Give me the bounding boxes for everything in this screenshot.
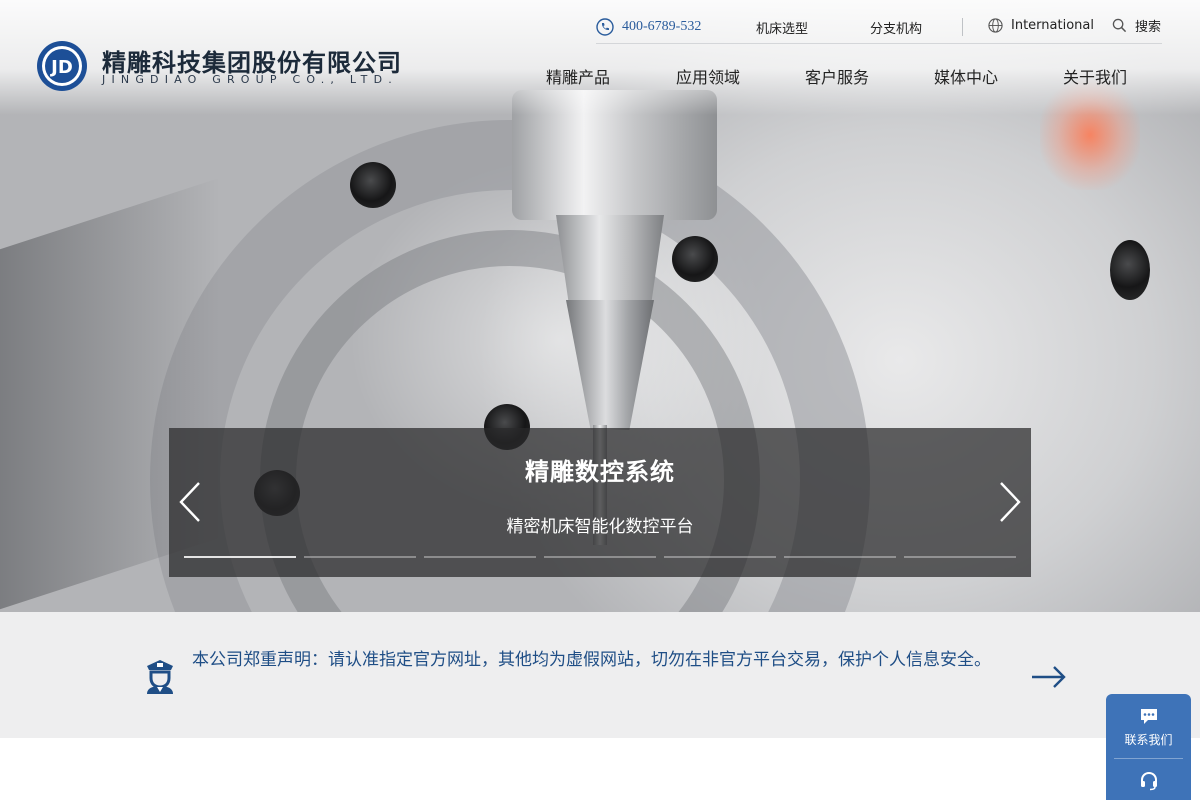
- hero-image-bolt: [350, 162, 396, 208]
- phone-icon: [596, 18, 614, 36]
- slide-subtitle: 精密机床智能化数控平台: [506, 517, 694, 537]
- machine-selection-link[interactable]: 机床选型: [756, 18, 808, 37]
- utility-divider: [962, 18, 963, 36]
- notice-bar: 本公司郑重声明：请认准指定官方网址，其他均为虚假网站，切勿在非官方平台交易，保护…: [0, 612, 1200, 738]
- search-button[interactable]: 搜索: [1112, 16, 1161, 35]
- globe-icon: [988, 18, 1003, 33]
- slide-indicator[interactable]: [784, 556, 896, 558]
- chat-icon: [1141, 709, 1157, 724]
- slide-indicator[interactable]: [664, 556, 776, 558]
- arrow-right-icon[interactable]: [1030, 664, 1068, 690]
- phone-number: 400-6789-532: [622, 19, 702, 34]
- slide-indicator[interactable]: [184, 556, 296, 558]
- search-label: 搜索: [1135, 20, 1162, 35]
- international-label: International: [1011, 18, 1094, 33]
- main-nav: 精雕产品 应用领域 客户服务 媒体中心 关于我们: [0, 64, 1200, 90]
- branches-link[interactable]: 分支机构: [870, 18, 922, 37]
- slide-indicator[interactable]: [904, 556, 1016, 558]
- hero-image-bolt: [1110, 240, 1150, 300]
- security-guard-icon: [147, 660, 173, 694]
- nav-item-service[interactable]: 客户服务: [805, 64, 869, 88]
- nav-item-about[interactable]: 关于我们: [1063, 64, 1127, 88]
- slide-title: 精雕数控系统: [525, 458, 675, 486]
- search-icon: [1112, 18, 1127, 33]
- international-link[interactable]: International: [988, 18, 1094, 33]
- phone-link[interactable]: 400-6789-532: [596, 18, 701, 36]
- slide-indicator[interactable]: [424, 556, 536, 558]
- chevron-right-icon[interactable]: [995, 480, 1025, 524]
- slide-indicators: [184, 556, 1016, 560]
- chevron-left-icon[interactable]: [175, 480, 205, 524]
- nav-item-media[interactable]: 媒体中心: [934, 64, 998, 88]
- hero-image-collet: [556, 215, 664, 305]
- headset-icon: [1141, 771, 1157, 791]
- contact-us-label: 联系我们: [1124, 733, 1173, 747]
- slide-indicator[interactable]: [544, 556, 656, 558]
- nav-item-products[interactable]: 精雕产品: [546, 64, 610, 88]
- slide-indicator[interactable]: [304, 556, 416, 558]
- notice-text: 本公司郑重声明：请认准指定官方网址，其他均为虚假网站，切勿在非官方平台交易，保护…: [192, 650, 991, 670]
- utility-bar: 400-6789-532 机床选型 分支机构 International 搜索: [596, 14, 1162, 44]
- hotline-button[interactable]: [1106, 759, 1191, 800]
- hero-image-bolt: [672, 236, 718, 282]
- contact-us-button[interactable]: 联系我们: [1106, 694, 1191, 758]
- nav-item-applications[interactable]: 应用领域: [676, 64, 740, 88]
- slide-caption: 精雕数控系统 精密机床智能化数控平台: [169, 428, 1031, 577]
- floating-contact-widget: 联系我们: [1106, 694, 1191, 800]
